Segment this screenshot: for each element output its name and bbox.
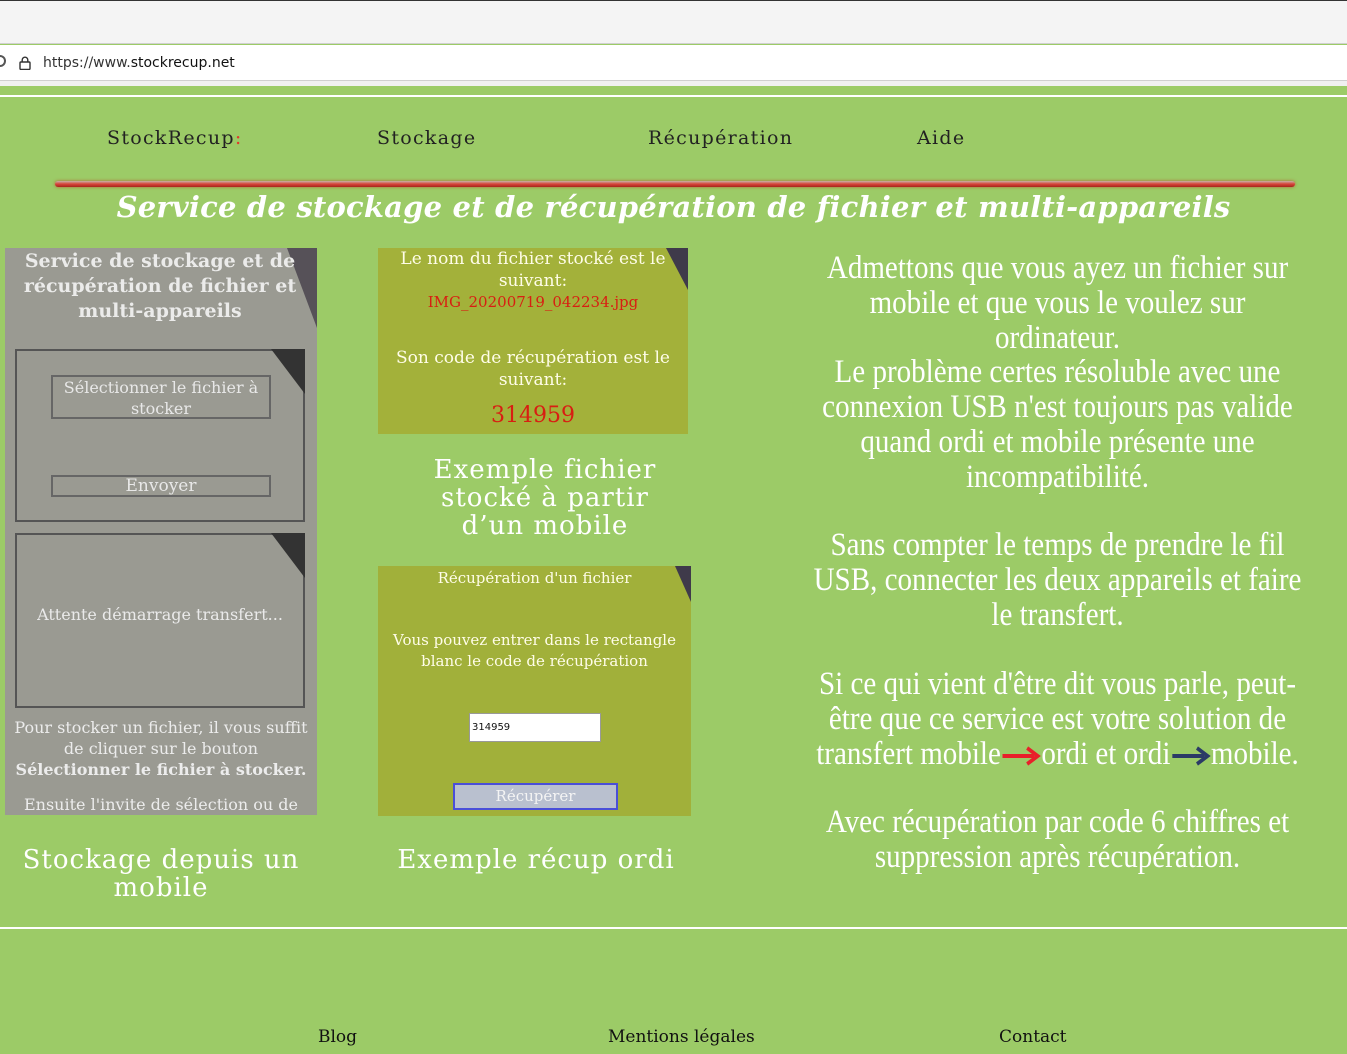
nav-brand-link[interactable]: StockRecup:	[107, 127, 243, 149]
phone-panel-fold	[271, 349, 305, 394]
url-host: stockrecup.net	[130, 55, 235, 71]
brand-colon: :	[234, 127, 243, 149]
address-bar[interactable]: https://www.stockrecup.net	[0, 45, 1347, 81]
nav-item-recuperation[interactable]: Récupération	[648, 127, 793, 149]
description-p5: Avec récupération par code 6 chiffres et…	[825, 804, 1290, 875]
description-p4: Si ce qui vient d'être dit vous parle, p…	[813, 667, 1301, 772]
url-text[interactable]: https://www.stockrecup.net	[43, 55, 235, 71]
url-prefix: https://www.	[43, 55, 131, 71]
recup-button: Récupérer	[453, 783, 618, 810]
brand-name: StockRecup	[107, 127, 235, 149]
red-arrow-icon	[1002, 746, 1042, 767]
description-p4-mid: ordi et ordi	[1041, 736, 1171, 772]
header-red-bar	[55, 181, 1295, 187]
toolbar-gap	[0, 81, 1347, 86]
caption-recup: Exemple récup ordi	[397, 845, 675, 875]
blue-arrow-icon	[1172, 746, 1211, 767]
recup-screenshot: Récupération d'un fichier Vous pouvez en…	[378, 566, 691, 816]
recup-code-input: 314959	[469, 713, 601, 742]
caption-phone: Stockage depuis un mobile	[22, 845, 300, 903]
footer-link-blog[interactable]: Blog	[318, 1027, 357, 1047]
phone-title: Service de stockage et de récupération d…	[23, 250, 297, 322]
description-p3: Sans compter le temps de prendre le fil …	[813, 527, 1302, 633]
reload-icon[interactable]	[0, 55, 6, 67]
browser-tabbar	[0, 0, 1347, 44]
phone-help-text: Pour stocker un fichier, il vous suffit …	[13, 717, 309, 780]
phone-help-line2: Ensuite l'invite de sélection ou de	[23, 795, 298, 814]
phone-send-button: Envoyer	[51, 475, 271, 497]
stored-filename: IMG_20200719_042234.jpg	[427, 293, 639, 311]
footer-link-mentions[interactable]: Mentions légales	[608, 1027, 755, 1047]
recup-title: Récupération d'un fichier	[437, 569, 632, 587]
phone-help-line1: Pour stocker un fichier, il vous suffit …	[14, 718, 308, 758]
stored-code: 314959	[491, 403, 575, 428]
phone-panel-fold	[271, 533, 305, 578]
stored-file-screenshot: Le nom du fichier stocké est le suivant:…	[378, 248, 688, 434]
nav-item-stockage[interactable]: Stockage	[377, 127, 476, 149]
phone-help-bold: Sélectionner le fichier à stocker.	[15, 760, 307, 779]
page-title: Service de stockage et de récupération d…	[116, 190, 1231, 224]
lock-icon[interactable]	[19, 56, 31, 70]
description-p1: Admettons que vous ayez un fichier sur m…	[826, 250, 1289, 356]
footer-link-contact[interactable]: Contact	[999, 1027, 1067, 1047]
phone-screenshot: Service de stockage et de récupération d…	[5, 248, 317, 815]
stored-name-label: Le nom du fichier stocké est le suivant:	[400, 249, 666, 291]
phone-select-file-button: Sélectionner le fichier à stocker	[51, 375, 271, 419]
caption-stored: Exemple fichier stocké à partir d’un mob…	[433, 455, 657, 541]
description-p4-end: mobile.	[1210, 736, 1299, 772]
recup-instructions: Vous pouvez entrer dans le rectangle bla…	[393, 631, 676, 670]
description-p2: Le problème certes résoluble avec une co…	[822, 354, 1293, 495]
footer-divider	[0, 927, 1347, 929]
description-p4-mobile: mobile	[920, 736, 1001, 772]
header-divider	[0, 95, 1347, 97]
nav-item-aide[interactable]: Aide	[917, 127, 965, 149]
stored-code-label: Son code de récupération est le suivant:	[396, 348, 670, 390]
phone-waiting-text: Attente démarrage transfert...	[37, 605, 283, 624]
